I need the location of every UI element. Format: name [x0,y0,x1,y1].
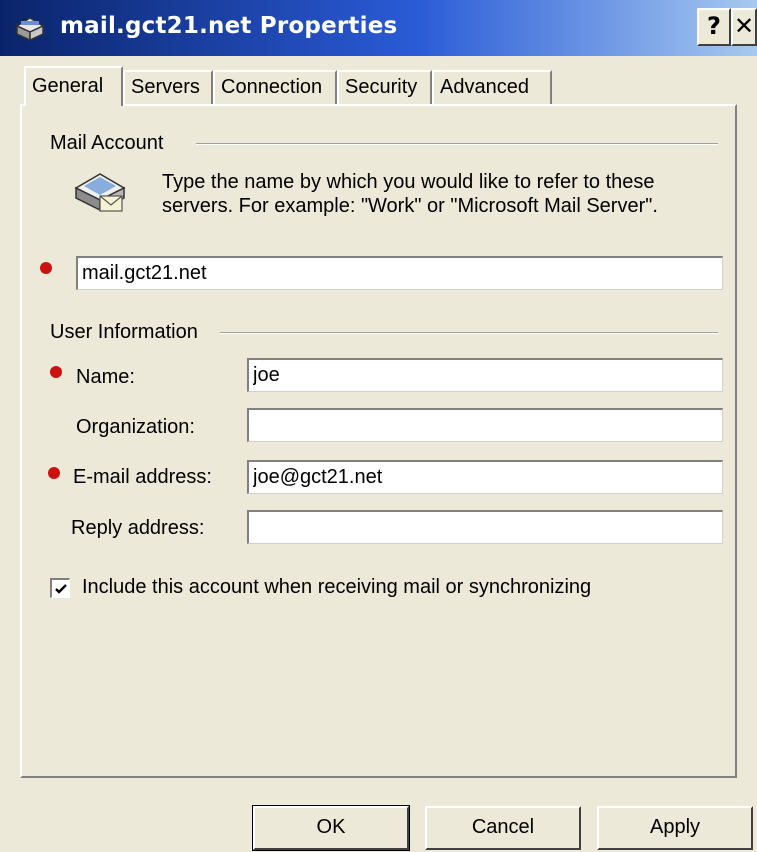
required-marker [40,262,52,274]
mail-account-description: Type the name by which you would like to… [162,171,658,217]
help-button[interactable]: ? [697,8,731,46]
cancel-button[interactable]: Cancel [425,806,581,850]
email-input[interactable] [247,460,723,494]
apply-button[interactable]: Apply [597,806,753,850]
tab-strip: General Servers Connection Security Adva… [0,66,757,106]
reply-address-input[interactable] [247,510,723,544]
mail-server-icon [70,166,130,218]
user-information-heading: User Information [50,321,198,343]
include-account-label[interactable]: Include this account when receiving mail… [82,576,591,599]
properties-dialog: mail.gct21.net Properties ? ✕ General Se… [0,0,757,852]
tab-connection[interactable]: Connection [213,70,337,104]
mail-account-heading: Mail Account [50,132,164,154]
tab-security[interactable]: Security [337,70,432,104]
title-bar[interactable]: mail.gct21.net Properties ? ✕ [0,0,757,56]
name-label: Name: [76,366,135,388]
required-marker [50,366,62,378]
name-input[interactable] [247,358,723,392]
ok-button[interactable]: OK [252,805,410,851]
mail-account-icon [14,12,46,44]
organization-label: Organization: [76,416,195,438]
include-account-checkbox[interactable] [50,578,70,598]
mail-account-divider [196,143,718,145]
window-title: mail.gct21.net Properties [60,13,398,39]
organization-input[interactable] [247,408,723,442]
checkmark-icon [55,584,67,594]
user-information-divider [220,332,718,334]
tab-advanced[interactable]: Advanced [432,70,552,104]
reply-address-label: Reply address: [71,517,205,539]
email-label: E-mail address: [73,466,212,488]
account-name-input[interactable] [76,256,723,290]
required-marker [48,467,60,479]
tab-servers[interactable]: Servers [123,70,213,104]
tab-general[interactable]: General [24,66,123,106]
close-button[interactable]: ✕ [731,8,757,46]
